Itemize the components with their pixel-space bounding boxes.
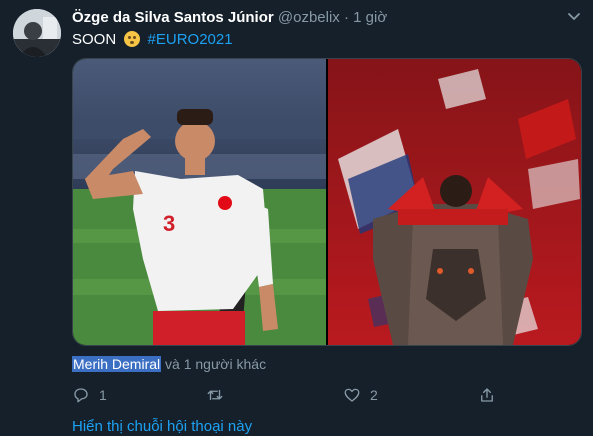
tweet-text: SOON #EURO2021 [72,31,233,48]
tagged-users: Merih Demiral và 1 người khác [72,356,266,372]
author-display-name[interactable]: Özge da Silva Santos Júnior [72,9,274,26]
retweet-button[interactable] [206,384,224,406]
retweet-icon [207,389,223,401]
avatar[interactable] [13,9,61,57]
svg-text:3: 3 [163,211,175,236]
like-count: 2 [370,387,378,403]
tagged-user-link[interactable]: Merih Demiral [72,356,162,372]
hashtag-link[interactable]: #EURO2021 [148,31,233,48]
tweet-body: SOON [72,31,117,48]
more-options-button[interactable] [566,8,582,24]
tagged-others-link[interactable]: và 1 người khác [165,356,266,372]
author-handle[interactable]: @ozbelix [278,9,340,26]
reply-icon [74,388,88,403]
chevron-down-icon [568,13,580,20]
player-lion-tattoo-photo[interactable] [328,59,581,345]
tweet-header: Özge da Silva Santos Júnior @ozbelix · 1… [72,9,387,26]
tweet-media: 3 [72,58,582,346]
footballer-saluting-photo[interactable]: 3 [73,59,326,345]
show-thread-link[interactable]: Hiển thị chuỗi hội thoại này [72,418,252,435]
hushed-face-emoji-icon [124,31,141,47]
meta-separator: · [343,9,349,26]
share-button[interactable] [478,384,496,406]
like-button[interactable]: 2 [343,384,378,406]
share-icon [481,388,493,402]
heart-icon [344,388,360,402]
reply-count: 1 [99,387,107,403]
reply-button[interactable]: 1 [72,384,107,406]
tweet-timestamp[interactable]: 1 giờ [353,9,387,26]
tweet-actions: 1 2 [72,384,502,406]
